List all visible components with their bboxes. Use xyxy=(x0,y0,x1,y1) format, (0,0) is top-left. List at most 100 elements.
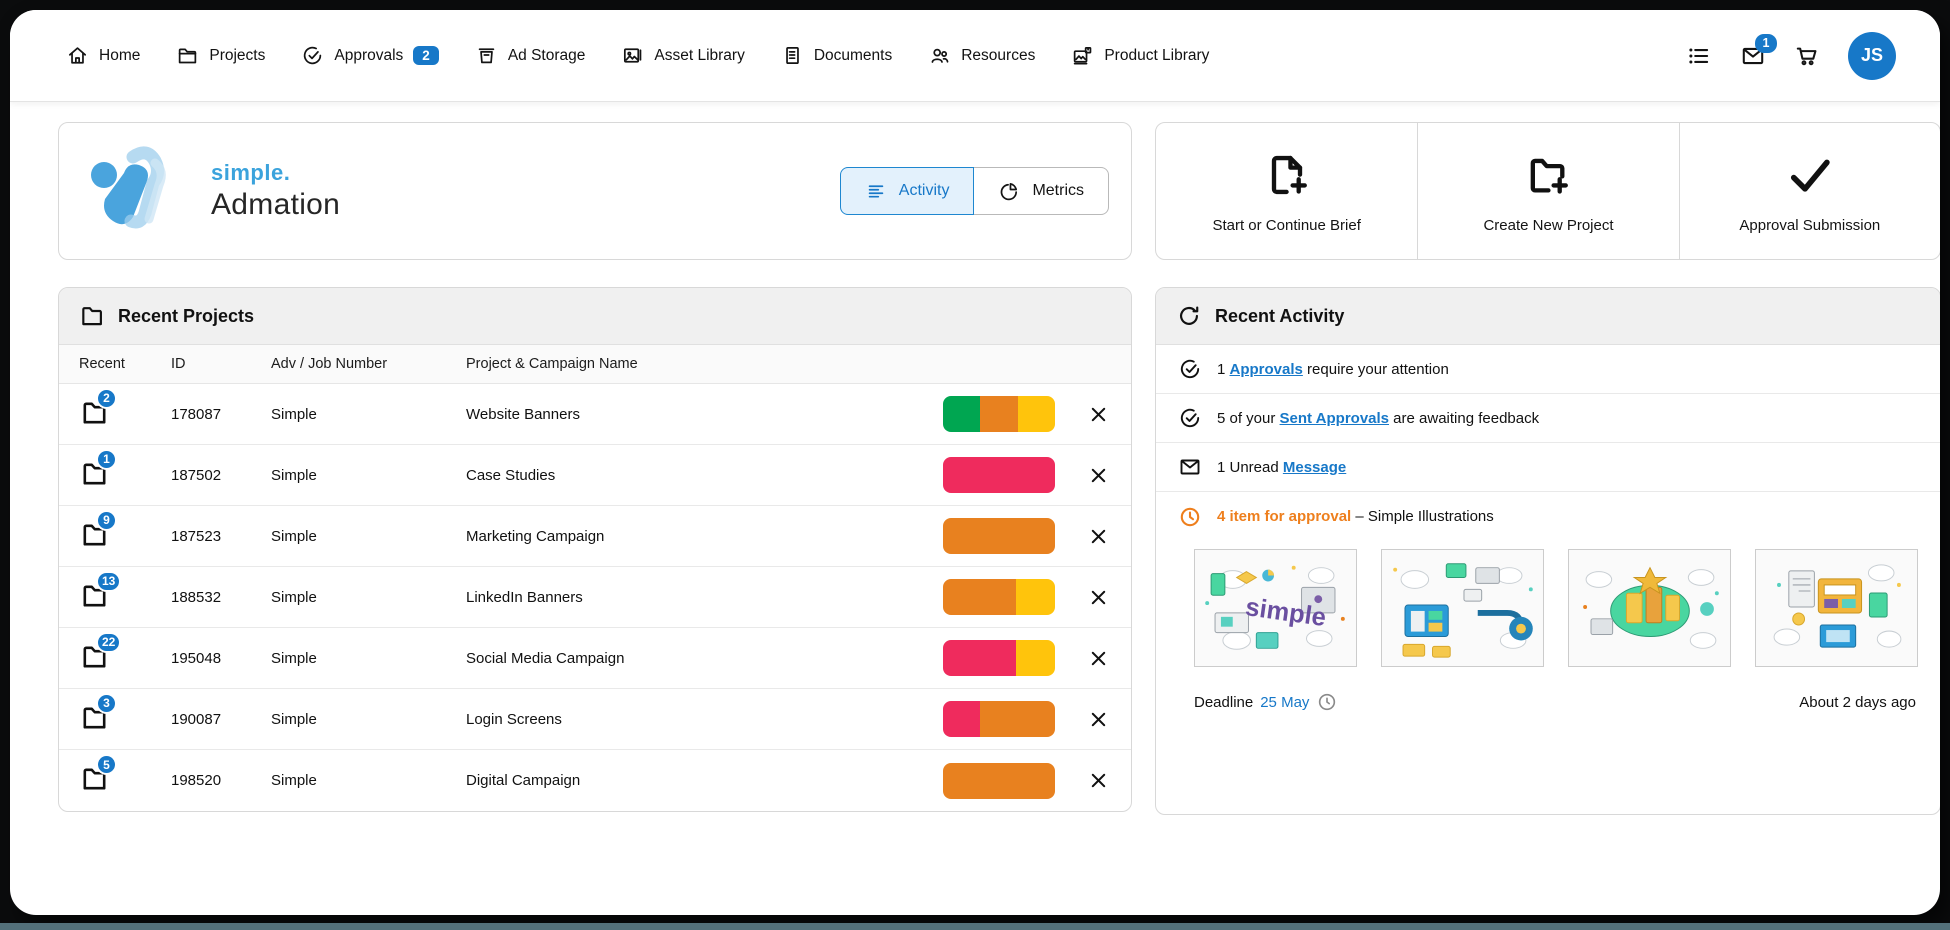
recent-activity-card: Recent Activity 1 Approvals require your… xyxy=(1155,287,1940,815)
clock-icon xyxy=(1316,691,1338,713)
project-name: LinkedIn Banners xyxy=(466,589,943,606)
approval-thumbnail-4[interactable] xyxy=(1755,549,1918,667)
sent-approvals-link[interactable]: Sent Approvals xyxy=(1280,410,1389,427)
status-segment xyxy=(1018,396,1055,432)
remove-project-button[interactable] xyxy=(1085,462,1111,488)
deadline-info: Deadline 25 May xyxy=(1194,691,1338,713)
project-count-badge: 3 xyxy=(96,693,117,714)
close-icon xyxy=(1088,404,1109,425)
create-project-button[interactable]: Create New Project xyxy=(1417,123,1678,259)
nav-item-resources[interactable]: Resources xyxy=(928,44,1035,67)
approval-submission-button[interactable]: Approval Submission xyxy=(1679,123,1940,259)
pie-chart-icon xyxy=(998,180,1020,202)
project-id: 195048 xyxy=(171,650,271,667)
remove-project-button[interactable] xyxy=(1085,768,1111,794)
deadline-date-link[interactable]: 25 May xyxy=(1260,694,1309,711)
brand-admation: Admation xyxy=(211,188,340,222)
approval-thumbnail-1[interactable]: simple xyxy=(1194,549,1357,667)
status-segment xyxy=(943,518,1055,554)
project-row[interactable]: 5198520SimpleDigital Campaign xyxy=(59,750,1131,811)
activity-list-icon xyxy=(865,180,887,202)
activity-item-sent-approvals: 5 of your Sent Approvals are awaiting fe… xyxy=(1156,394,1940,443)
check-circle-icon xyxy=(301,44,324,67)
activity-age: About 2 days ago xyxy=(1799,694,1916,711)
project-row[interactable]: 1187502SimpleCase Studies xyxy=(59,445,1131,506)
approval-thumbnail-2[interactable] xyxy=(1381,549,1544,667)
deadline-row: Deadline 25 May About 2 days ago xyxy=(1156,667,1940,713)
project-adv: Simple xyxy=(271,711,466,728)
nav-label: Projects xyxy=(209,47,265,65)
start-brief-button[interactable]: Start or Continue Brief xyxy=(1156,123,1417,259)
refresh-icon xyxy=(1176,303,1202,329)
project-count-badge: 9 xyxy=(96,510,117,531)
cart-button[interactable] xyxy=(1794,43,1820,69)
nav-item-asset-library[interactable]: Asset Library xyxy=(621,44,744,67)
nav-item-documents[interactable]: Documents xyxy=(781,44,892,67)
quick-label: Start or Continue Brief xyxy=(1212,217,1360,234)
left-column: simple. Admation Activity Metrics xyxy=(58,122,1132,815)
view-tabs: Activity Metrics xyxy=(840,167,1109,215)
list-menu-button[interactable] xyxy=(1686,43,1712,69)
status-bar xyxy=(943,640,1055,676)
remove-project-button[interactable] xyxy=(1085,523,1111,549)
approvals-count-badge: 2 xyxy=(413,46,439,66)
remove-project-button[interactable] xyxy=(1085,645,1111,671)
approval-alert-count: 4 item for approval xyxy=(1217,508,1351,525)
project-adv: Simple xyxy=(271,650,466,667)
status-segment xyxy=(980,396,1017,432)
messages-button[interactable]: 1 xyxy=(1740,43,1766,69)
quick-label: Create New Project xyxy=(1483,217,1613,234)
user-avatar[interactable]: JS xyxy=(1848,32,1896,80)
remove-project-button[interactable] xyxy=(1085,401,1111,427)
app-window: Home Projects Approvals 2 Ad Storage Ass… xyxy=(10,10,1940,915)
nav-item-home[interactable]: Home xyxy=(66,44,140,67)
project-folder-button[interactable]: 13 xyxy=(79,580,171,615)
brand-wordmark: simple. Admation xyxy=(211,160,340,222)
file-plus-icon xyxy=(1261,149,1313,201)
project-adv: Simple xyxy=(271,406,466,423)
project-row[interactable]: 22195048SimpleSocial Media Campaign xyxy=(59,628,1131,689)
projects-column-header: Recent ID Adv / Job Number Project & Cam… xyxy=(59,345,1131,384)
project-row[interactable]: 3190087SimpleLogin Screens xyxy=(59,689,1131,750)
clock-icon xyxy=(1178,505,1202,529)
nav-label: Approvals xyxy=(334,47,403,65)
project-id: 198520 xyxy=(171,772,271,789)
project-folder-button[interactable]: 1 xyxy=(79,458,171,493)
project-row[interactable]: 9187523SimpleMarketing Campaign xyxy=(59,506,1131,567)
remove-project-button[interactable] xyxy=(1085,706,1111,732)
recent-activity-header: Recent Activity xyxy=(1156,288,1940,345)
tab-label: Activity xyxy=(899,182,950,200)
project-folder-button[interactable]: 9 xyxy=(79,519,171,554)
tab-activity[interactable]: Activity xyxy=(840,167,975,215)
status-bar xyxy=(943,579,1055,615)
nav-item-projects[interactable]: Projects xyxy=(176,44,265,67)
nav-item-product-library[interactable]: Product Library xyxy=(1071,44,1209,67)
approvals-link[interactable]: Approvals xyxy=(1230,361,1303,378)
project-name: Case Studies xyxy=(466,467,943,484)
nav-item-approvals[interactable]: Approvals 2 xyxy=(301,44,438,67)
message-link[interactable]: Message xyxy=(1283,459,1346,476)
main-content: simple. Admation Activity Metrics xyxy=(10,102,1940,815)
project-folder-button[interactable]: 3 xyxy=(79,702,171,737)
project-row[interactable]: 13188532SimpleLinkedIn Banners xyxy=(59,567,1131,628)
folder-icon xyxy=(79,303,105,329)
image-box-icon xyxy=(1071,44,1094,67)
nav-label: Home xyxy=(99,47,140,65)
approval-thumbnail-3[interactable] xyxy=(1568,549,1731,667)
tab-metrics[interactable]: Metrics xyxy=(974,167,1109,215)
project-id: 187502 xyxy=(171,467,271,484)
remove-project-button[interactable] xyxy=(1085,584,1111,610)
nav-label: Resources xyxy=(961,47,1035,65)
brand-card: simple. Admation Activity Metrics xyxy=(58,122,1132,260)
project-folder-button[interactable]: 2 xyxy=(79,397,171,432)
project-folder-button[interactable]: 22 xyxy=(79,641,171,676)
project-row[interactable]: 2178087SimpleWebsite Banners xyxy=(59,384,1131,445)
status-bar xyxy=(943,457,1055,493)
project-folder-button[interactable]: 5 xyxy=(79,763,171,798)
storage-bin-icon xyxy=(475,44,498,67)
admation-logo xyxy=(77,137,185,245)
col-project-name: Project & Campaign Name xyxy=(466,356,1111,372)
nav-item-ad-storage[interactable]: Ad Storage xyxy=(475,44,586,67)
project-count-badge: 13 xyxy=(96,571,121,592)
close-icon xyxy=(1088,465,1109,486)
